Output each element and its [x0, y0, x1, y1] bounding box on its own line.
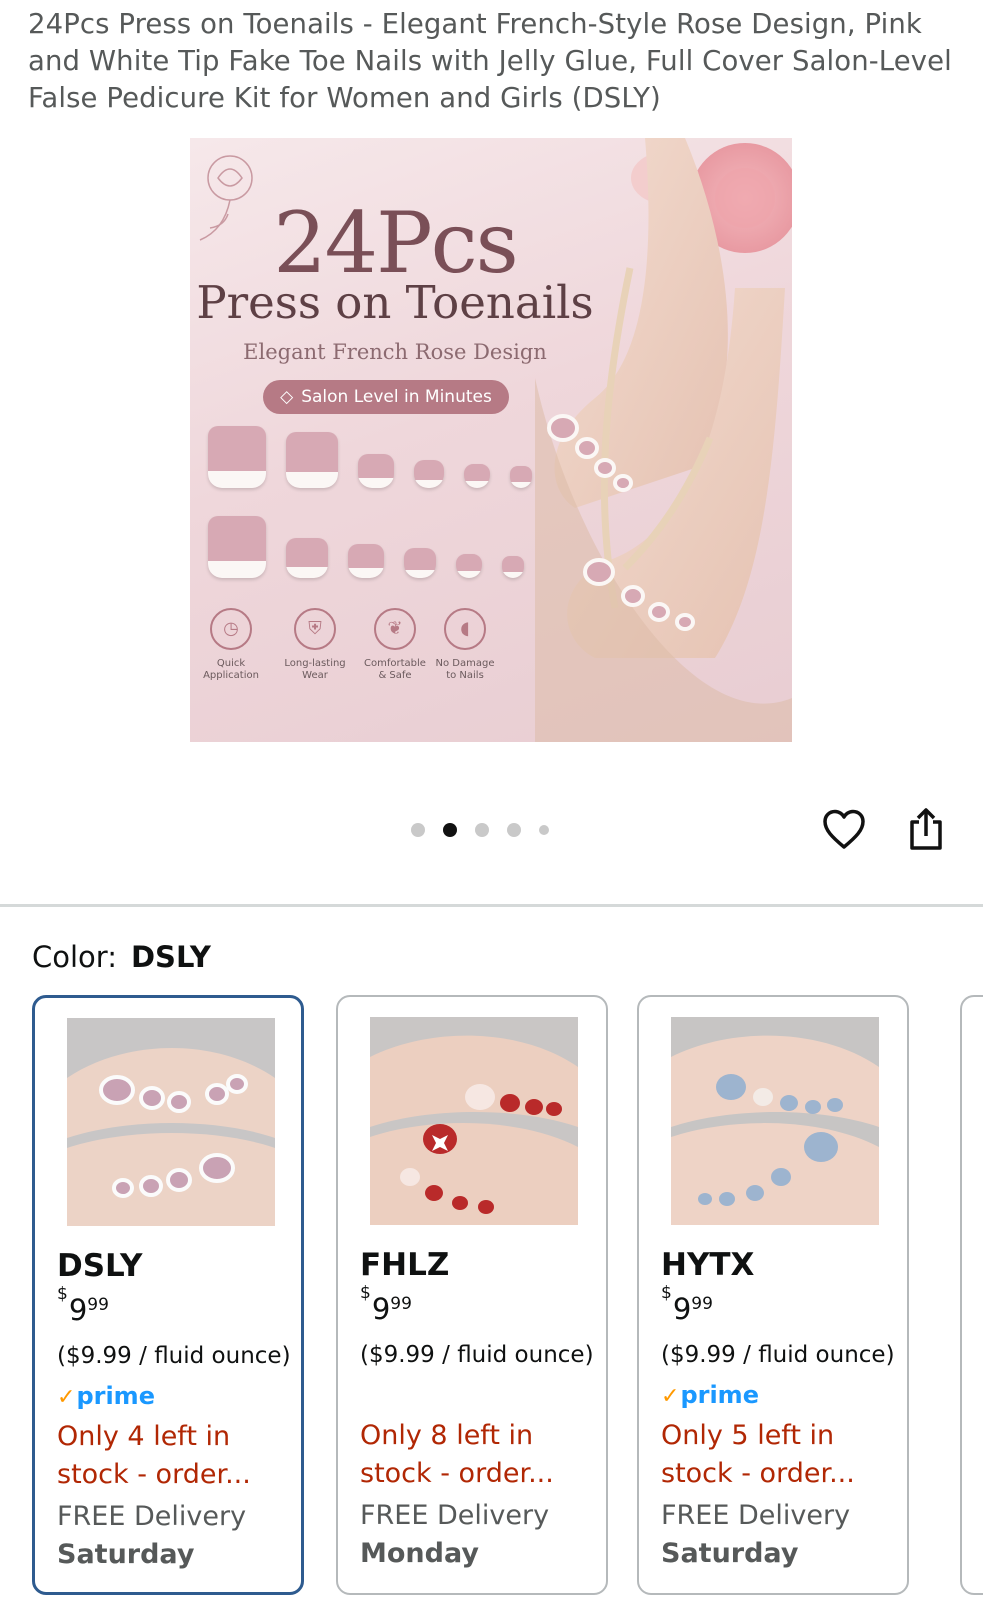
nail-tip: [286, 538, 328, 578]
nail-row-top: [208, 426, 532, 488]
currency-symbol: $: [661, 1283, 672, 1304]
nail-tip: [358, 454, 394, 488]
feature-no-damage: ◖ No Damage to Nails: [430, 608, 500, 682]
delivery-text: FREE Delivery: [360, 1500, 550, 1531]
feature-comfortable: ❦ Comfortable & Safe: [360, 608, 430, 682]
nail-tip: [502, 556, 524, 578]
feature-long-lasting: ⛨ Long-lasting Wear: [280, 608, 350, 682]
option-price: $999: [661, 1283, 713, 1326]
option-price: $999: [57, 1284, 109, 1327]
prime-check-icon: ✓: [661, 1384, 680, 1409]
nail-tip: [456, 554, 482, 578]
shield-icon: ⛨: [294, 608, 336, 650]
price-fraction: 99: [390, 1294, 412, 1314]
delivery-day: Saturday: [57, 1539, 195, 1570]
stock-warning: Only 5 left in stock - order...: [661, 1420, 855, 1489]
nail-tip: [348, 544, 384, 578]
carousel-dot[interactable]: [411, 823, 425, 837]
diamond-icon: ◇: [280, 387, 294, 407]
price-fraction: 99: [691, 1294, 713, 1314]
color-selected-value: DSLY: [130, 940, 211, 974]
feature-label: Long-lasting Wear: [284, 658, 346, 681]
color-option-fhlz[interactable]: FHLZ $999 ($9.99 / fluid ounce) Only 8 l…: [336, 995, 608, 1595]
prime-label: prime: [680, 1381, 759, 1409]
carousel-dot-active[interactable]: [443, 823, 457, 837]
swatch-image: [370, 1017, 578, 1225]
share-icon[interactable]: [906, 806, 946, 852]
product-image[interactable]: 24Pcs Press on Toenails Elegant French R…: [190, 138, 792, 742]
nail-tip: [208, 426, 266, 488]
delivery-text: FREE Delivery: [57, 1501, 247, 1532]
feature-label: Quick Application: [203, 658, 259, 681]
feature-label: No Damage to Nails: [435, 658, 495, 681]
price-whole: 9: [672, 1292, 692, 1326]
clock-icon: ◷: [210, 608, 252, 650]
prime-check-icon: ✓: [57, 1385, 76, 1410]
hero-pill-label: Salon Level in Minutes: [301, 387, 492, 407]
color-selector-label: Color: DSLY: [32, 940, 211, 974]
nail-tip: [464, 464, 490, 488]
leaf-icon: ❦: [374, 608, 416, 650]
product-title: 24Pcs Press on Toenails - Elegant French…: [28, 8, 952, 114]
feet-photo: [535, 138, 792, 742]
delivery-day: Monday: [360, 1538, 479, 1569]
price-fraction: 99: [87, 1295, 109, 1315]
nail-tip: [414, 460, 444, 488]
option-name: HYTX: [661, 1247, 755, 1283]
prime-label: prime: [76, 1382, 155, 1410]
stock-warning: Only 4 left in stock - order...: [57, 1421, 251, 1490]
color-option-hytx[interactable]: HYTX $999 ($9.99 / fluid ounce) ✓prime O…: [637, 995, 909, 1595]
unit-price: ($9.99 / fluid ounce): [661, 1342, 895, 1368]
carousel-indicator[interactable]: [411, 823, 549, 837]
price-whole: 9: [68, 1293, 88, 1327]
carousel-dot[interactable]: [539, 825, 549, 835]
nail-icon: ◖: [444, 608, 486, 650]
stock-warning: Only 8 left in stock - order...: [360, 1420, 554, 1489]
delivery-text: FREE Delivery: [661, 1500, 851, 1531]
color-option-dsly[interactable]: DSLY $999 ($9.99 / fluid ounce) ✓prime O…: [32, 995, 304, 1595]
currency-symbol: $: [57, 1284, 68, 1305]
nail-tip: [286, 432, 338, 488]
option-price: $999: [360, 1283, 412, 1326]
hero-pill-badge: ◇ Salon Level in Minutes: [263, 380, 509, 414]
unit-price: ($9.99 / fluid ounce): [360, 1342, 594, 1368]
swatch-image: [67, 1018, 275, 1226]
feature-quick-application: ◷ Quick Application: [196, 608, 266, 682]
color-label-text: Color:: [32, 940, 117, 974]
currency-symbol: $: [360, 1283, 371, 1304]
carousel-dot[interactable]: [475, 823, 489, 837]
carousel-dot[interactable]: [507, 823, 521, 837]
heart-icon[interactable]: [822, 808, 866, 852]
option-name: DSLY: [57, 1248, 143, 1284]
section-divider: [0, 904, 983, 907]
unit-price: ($9.99 / fluid ounce): [57, 1343, 291, 1369]
prime-badge: ✓prime: [57, 1382, 155, 1410]
feature-label: Comfortable & Safe: [364, 658, 426, 681]
swatch-image: [671, 1017, 879, 1225]
option-name: FHLZ: [360, 1247, 450, 1283]
nail-tip: [404, 548, 436, 578]
nail-row-bottom: [208, 516, 524, 578]
color-option-next-partial[interactable]: [960, 995, 983, 1595]
nail-tip: [510, 466, 532, 488]
prime-badge: ✓prime: [661, 1381, 759, 1409]
price-whole: 9: [371, 1292, 391, 1326]
nail-tip: [208, 516, 266, 578]
delivery-day: Saturday: [661, 1538, 799, 1569]
